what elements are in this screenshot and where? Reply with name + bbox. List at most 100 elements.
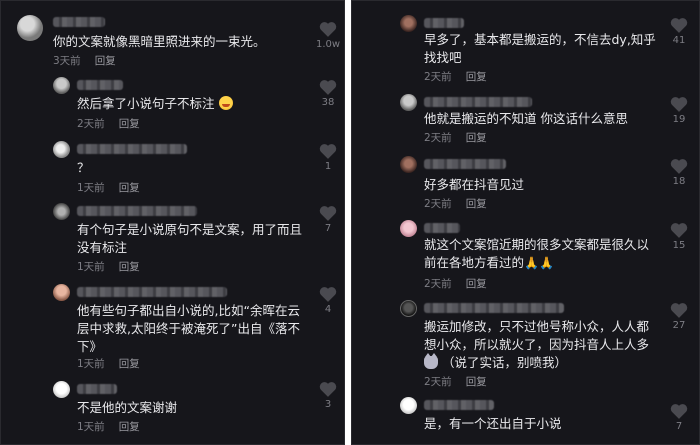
comment-time: 2天前 (424, 132, 452, 144)
username-blurred[interactable] (77, 287, 227, 297)
comment-item: 早多了，基本都是搬运的，不信去dy,知乎 找找吧 2天前 回复 41 (352, 15, 699, 85)
comment-meta: 2天前 回复 (424, 71, 487, 83)
comment-text: 早多了，基本都是搬运的，不信去dy,知乎 找找吧 (424, 32, 656, 65)
comment-item: 你的文案就像黑暗里照进来的一束光。 3天前 回复 1.0w (1, 15, 344, 67)
like-button[interactable]: 7 (662, 403, 696, 433)
like-button[interactable]: 27 (662, 302, 696, 332)
avatar[interactable] (400, 397, 417, 414)
username-blurred[interactable] (424, 97, 532, 107)
comment-meta: 1天前 回复 (77, 261, 140, 273)
like-button[interactable]: 41 (662, 17, 696, 47)
comment-meta: 2天前 回复 (424, 132, 487, 144)
avatar[interactable] (17, 15, 43, 41)
comment-text: 不是他的文案谢谢 (77, 400, 178, 415)
comment-item: 有个句子是小说原句不是文案，用了而且 没有标注 1天前 回复 7 (1, 203, 344, 275)
like-count: 38 (321, 97, 335, 108)
heart-icon (670, 223, 688, 238)
like-button[interactable]: 18 (662, 158, 696, 188)
comment-text: 他有些句子都出自小说的,比如“余晖在云 层中求救,太阳终于被淹死了”出自《落不 … (77, 303, 300, 354)
heart-icon (670, 303, 688, 318)
comment-item: 是，有一个还出自于小说 7 (352, 397, 699, 442)
reply-button[interactable]: 回复 (466, 132, 487, 144)
username-blurred[interactable] (53, 17, 105, 27)
reply-button[interactable]: 回复 (95, 55, 116, 67)
heart-icon (319, 287, 337, 302)
comment-item: 就这个文案馆近期的很多文案都是很久以 前在各地方看过的🙏🙏 2天前 回复 15 (352, 220, 699, 292)
reply-button[interactable]: 回复 (119, 421, 140, 433)
heart-icon (319, 382, 337, 397)
comment-text: 是，有一个还出自于小说 (424, 416, 562, 431)
comment-text: 然后拿了小说句子不标注 (77, 95, 233, 113)
cat-emoji-icon (424, 353, 438, 369)
avatar[interactable] (53, 381, 70, 398)
heart-icon (670, 404, 688, 419)
like-button[interactable]: 15 (662, 222, 696, 252)
username-blurred[interactable] (77, 80, 123, 90)
like-count: 18 (672, 176, 686, 187)
reply-button[interactable]: 回复 (119, 182, 140, 194)
comment-time: 2天前 (77, 118, 105, 130)
comment-time: 2天前 (424, 71, 452, 83)
comment-meta: 1天前 回复 (77, 358, 140, 370)
username-blurred[interactable] (424, 400, 494, 410)
comment-item: 搬运加修改，只不过他号称小众，人人都 想小众，所以就火了，因为抖音人上人多 （说… (352, 300, 699, 392)
comment-meta: 1天前 回复 (77, 421, 140, 433)
like-button[interactable]: 3 (311, 381, 344, 411)
comment-item: 他就是搬运的不知道 你这话什么意思 2天前 回复 19 (352, 94, 699, 146)
avatar[interactable] (53, 203, 70, 220)
avatar[interactable] (53, 77, 70, 94)
like-count: 1 (324, 161, 332, 172)
avatar[interactable] (400, 156, 417, 173)
username-blurred[interactable] (77, 206, 197, 216)
avatar[interactable] (53, 284, 70, 301)
like-button[interactable]: 1 (311, 143, 344, 173)
heart-icon (670, 159, 688, 174)
username-blurred[interactable] (424, 223, 460, 233)
avatar[interactable] (400, 300, 417, 317)
username-blurred[interactable] (424, 159, 506, 169)
comment-time: 1天前 (77, 182, 105, 194)
reply-button[interactable]: 回复 (119, 358, 140, 370)
like-button[interactable]: 19 (662, 96, 696, 126)
comment-text: 好多都在抖音见过 (424, 177, 525, 192)
like-count: 15 (672, 240, 686, 251)
avatar[interactable] (400, 94, 417, 111)
comment-meta: 2天前 回复 (424, 278, 487, 290)
like-button[interactable]: 38 (311, 79, 344, 109)
like-button[interactable]: 4 (311, 286, 344, 316)
username-blurred[interactable] (424, 18, 464, 28)
like-button[interactable]: 1.0w (311, 21, 344, 51)
like-count: 1.0w (315, 39, 341, 50)
reply-button[interactable]: 回复 (466, 71, 487, 83)
reply-button[interactable]: 回复 (119, 261, 140, 273)
avatar[interactable] (53, 141, 70, 158)
username-blurred[interactable] (424, 303, 564, 313)
heart-icon (319, 80, 337, 95)
comment-text-extra-body: （说了实话，别喷我） (441, 355, 567, 370)
reply-button[interactable]: 回复 (119, 118, 140, 130)
like-count: 27 (672, 320, 686, 331)
comment-item: 好多都在抖音见过 2天前 回复 18 (352, 156, 699, 210)
reply-button[interactable]: 回复 (466, 376, 487, 388)
comment-text: 他就是搬运的不知道 你这话什么意思 (424, 111, 628, 126)
comment-item: 不是他的文案谢谢 1天前 回复 3 (1, 381, 344, 436)
comment-meta: 3天前 回复 (53, 55, 116, 67)
like-count: 19 (672, 114, 686, 125)
comment-time: 2天前 (424, 198, 452, 210)
username-blurred[interactable] (77, 144, 187, 154)
comment-panel-right[interactable]: 早多了，基本都是搬运的，不信去dy,知乎 找找吧 2天前 回复 41 他就是搬运的… (351, 0, 700, 445)
username-blurred[interactable] (77, 384, 117, 394)
reply-button[interactable]: 回复 (466, 278, 487, 290)
comment-meta: 2天前 回复 (424, 376, 487, 388)
like-count: 41 (672, 35, 686, 46)
comment-panel-left[interactable]: 你的文案就像黑暗里照进来的一束光。 3天前 回复 1.0w 然后拿了小说句子不标注… (0, 0, 345, 445)
like-button[interactable]: 7 (311, 205, 344, 235)
comment-item: 他有些句子都出自小说的,比如“余晖在云 层中求救,太阳终于被淹死了”出自《落不 … (1, 284, 344, 374)
avatar[interactable] (400, 220, 417, 237)
comment-text-extra: （说了实话，别喷我） (424, 353, 567, 372)
comment-text: 搬运加修改，只不过他号称小众，人人都 想小众，所以就火了，因为抖音人上人多 (424, 319, 650, 352)
reply-button[interactable]: 回复 (466, 198, 487, 210)
avatar[interactable] (400, 15, 417, 32)
heart-icon (319, 22, 337, 37)
comment-time: 1天前 (77, 261, 105, 273)
